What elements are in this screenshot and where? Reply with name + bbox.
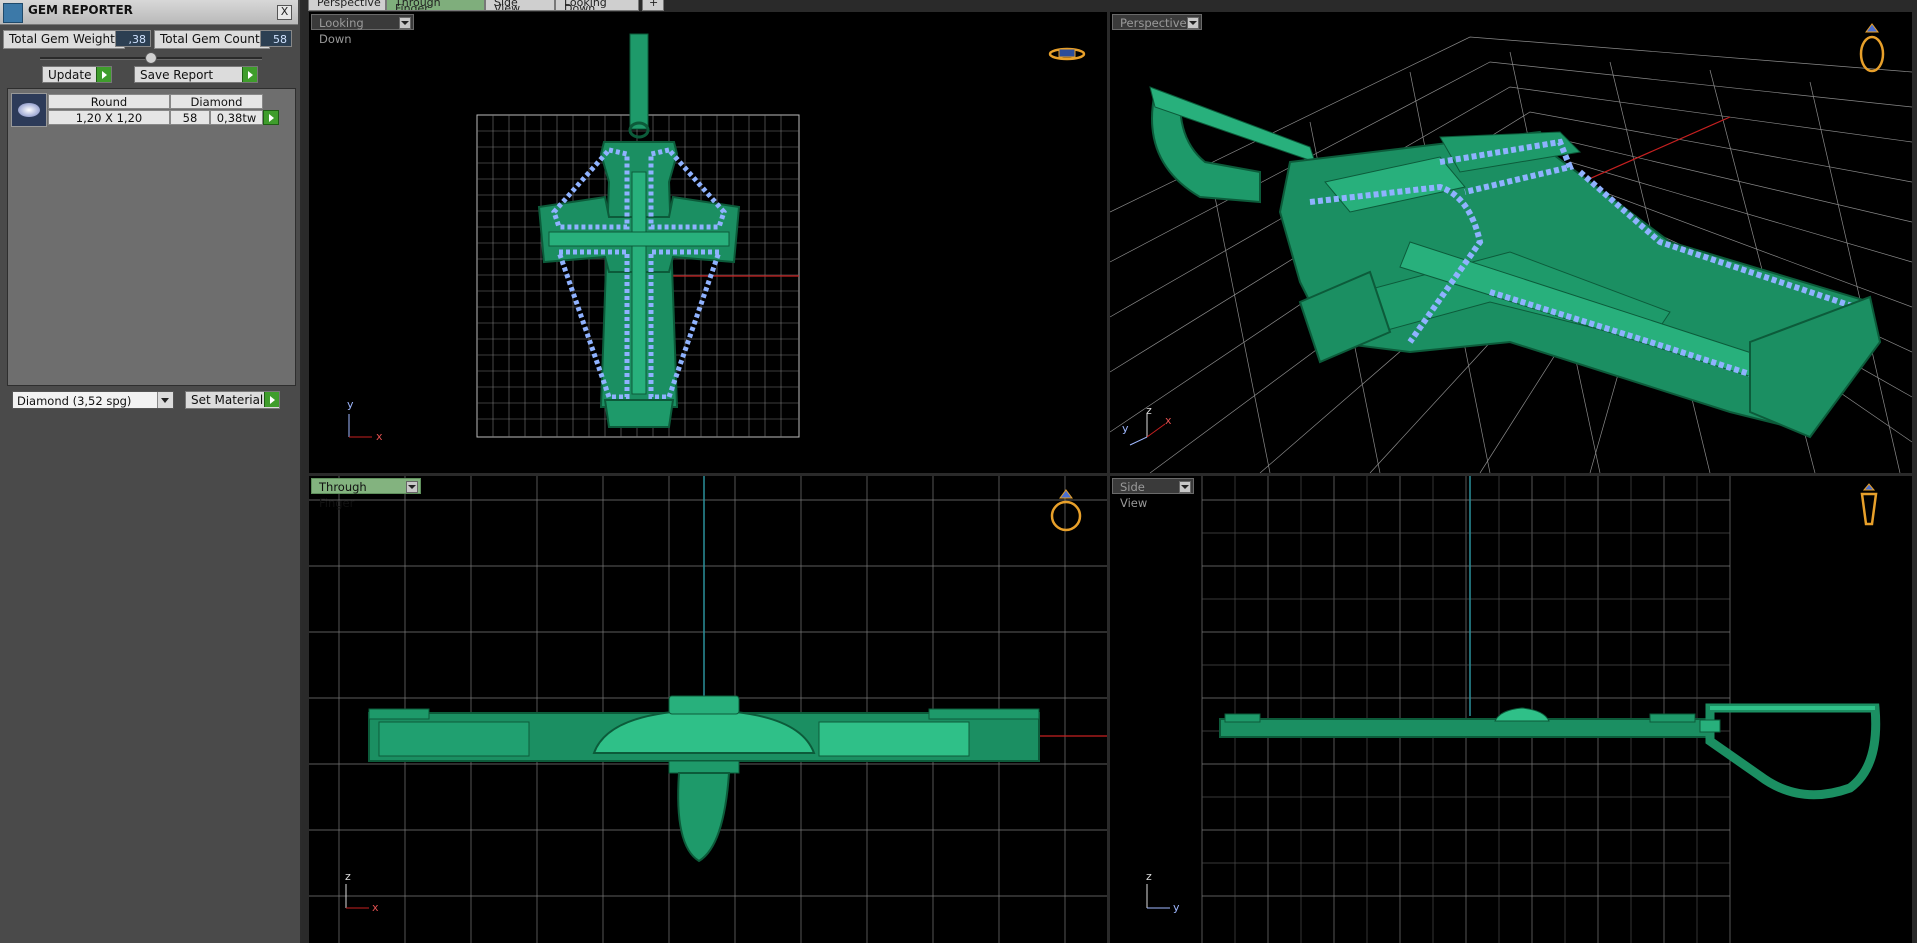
size-slider-handle[interactable] (145, 52, 157, 64)
chevron-down-icon[interactable] (157, 392, 173, 408)
ring-orientation-icon (1050, 489, 1082, 532)
gem-weight-cell: 0,38tw (210, 110, 263, 125)
material-select-value: Diamond (3,52 spg) (17, 394, 132, 408)
tab-through-finger[interactable]: Through Finger (386, 0, 485, 11)
round-gem-icon (11, 93, 47, 127)
cross-pendant-top (537, 33, 741, 428)
save-report-button-label: Save Report (140, 68, 214, 82)
chevron-down-icon[interactable] (399, 17, 411, 29)
axis-label-y: y (1173, 901, 1180, 914)
looking-down-scene (348, 33, 1086, 438)
viewport-label-through-finger[interactable]: Through Finger (311, 478, 421, 510)
axis-label-z: z (1146, 404, 1152, 417)
gem-list: Round Diamond 1,20 X 1,20 58 0,38tw (7, 88, 296, 386)
axis-label-x: x (376, 430, 383, 443)
play-arrow-icon (96, 67, 111, 82)
total-gem-count-label: Total Gem Count (154, 30, 270, 49)
tab-side-view[interactable]: Side View (485, 0, 555, 11)
chevron-down-icon[interactable] (1187, 17, 1199, 29)
axis-triad-icon (348, 414, 372, 438)
viewport-label-text: Perspective (1120, 16, 1187, 30)
material-select[interactable]: Diamond (3,52 spg) (12, 391, 174, 409)
through-finger-scene (309, 476, 1107, 943)
play-arrow-icon (264, 392, 279, 407)
viewport-label-looking-down[interactable]: Looking Down (311, 14, 414, 46)
axis-label-y: y (347, 398, 354, 411)
ring-orientation-icon (1048, 47, 1086, 61)
side-view-scene (1146, 476, 1881, 943)
axis-label-z: z (345, 870, 351, 883)
cross-pendant-side (1219, 703, 1881, 800)
total-gem-weight-value: ,38 (115, 30, 151, 47)
close-icon[interactable]: X (277, 5, 292, 20)
gem-list-row[interactable]: Round Diamond 1,20 X 1,20 58 0,38tw (11, 93, 279, 127)
total-gem-count-value: 58 (260, 30, 292, 47)
set-material-button[interactable]: Set Material (185, 391, 280, 409)
set-material-button-label: Set Material (191, 393, 264, 407)
side-view-grid (1201, 476, 1731, 943)
gem-reporter-titlebar: GEM REPORTER X (0, 0, 298, 25)
viewport-perspective[interactable]: Perspective z y x (1110, 12, 1912, 473)
view-tab-bar: Perspective Through Finger Side View Loo… (302, 0, 1917, 11)
add-tab-button[interactable]: + (642, 0, 664, 11)
cross-pendant-perspective (1149, 86, 1882, 439)
total-gem-weight-label: Total Gem Weight (3, 30, 125, 49)
update-button-label: Update (48, 68, 92, 82)
viewport-looking-down[interactable]: Looking Down y x (309, 12, 1107, 473)
gem-material-header: Diamond (170, 94, 263, 109)
ring-orientation-icon (1860, 483, 1878, 526)
tab-perspective[interactable]: Perspective (308, 0, 386, 11)
save-report-button[interactable]: Save Report (134, 66, 258, 83)
axis-label-y: y (1122, 422, 1129, 435)
axis-label-x: x (1165, 414, 1172, 427)
axis-label-z: z (1146, 870, 1152, 883)
viewport-label-text: Side View (1120, 480, 1148, 510)
gem-count-cell: 58 (170, 110, 210, 125)
viewport-label-side-view[interactable]: Side View (1112, 478, 1194, 510)
gem-reporter-panel: GEM REPORTER X Total Gem Weight ,38 Tota… (0, 0, 302, 943)
axis-triad-icon (1129, 414, 1166, 446)
axis-triad-icon (1146, 884, 1170, 909)
viewport-through-finger[interactable]: Through Finger z x (309, 476, 1107, 943)
chevron-down-icon[interactable] (406, 481, 418, 493)
axis-label-x: x (372, 901, 379, 914)
viewport-side-view[interactable]: Side View z y (1110, 476, 1912, 943)
play-arrow-icon[interactable] (263, 110, 279, 125)
perspective-scene (1110, 23, 1912, 473)
cross-pendant-front (368, 695, 1040, 863)
viewport-label-perspective[interactable]: Perspective (1112, 14, 1202, 30)
gem-reporter-title: GEM REPORTER (28, 3, 133, 17)
play-arrow-icon (242, 67, 257, 82)
gem-size-cell: 1,20 X 1,20 (48, 110, 170, 125)
ring-orientation-icon (1859, 23, 1885, 73)
chevron-down-icon[interactable] (1179, 481, 1191, 493)
tab-looking-down[interactable]: Looking Down (555, 0, 639, 11)
gem-reporter-app-icon (3, 3, 23, 23)
gem-shape-header: Round (48, 94, 170, 109)
update-button[interactable]: Update (42, 66, 112, 83)
